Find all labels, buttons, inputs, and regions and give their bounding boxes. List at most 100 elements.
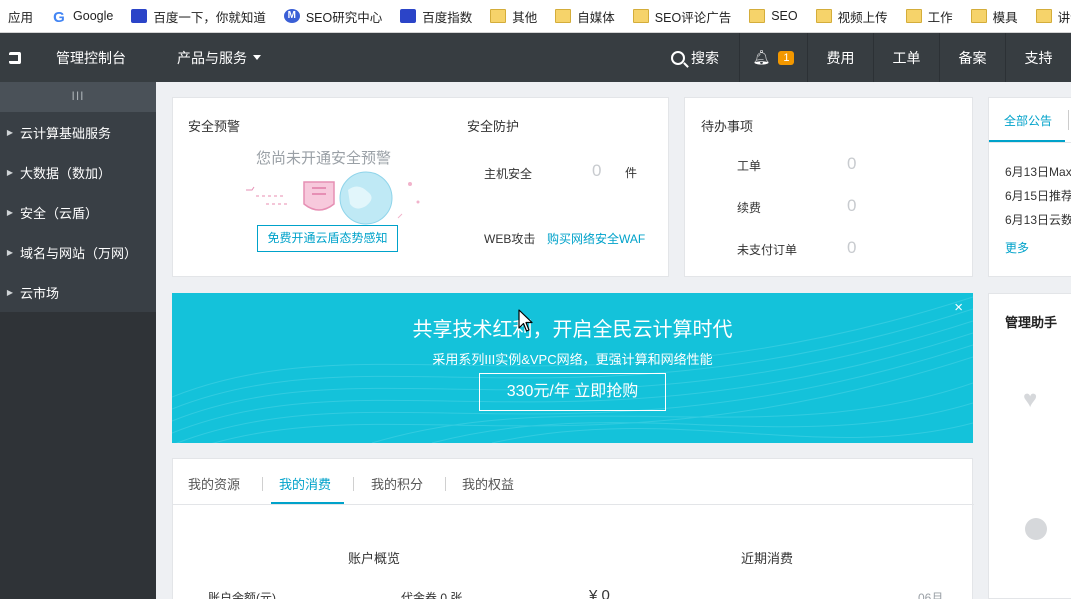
heart-icon[interactable]: ♥ <box>1023 386 1037 414</box>
support-link[interactable]: 支持 <box>1005 33 1071 82</box>
globe-icon[interactable] <box>1025 518 1047 540</box>
baidu-paw-icon <box>400 9 417 23</box>
enable-situation-awareness-button[interactable]: 免费开通云盾态势感知 <box>257 225 398 252</box>
tab-my-points[interactable]: 我的积分 <box>371 474 423 493</box>
products-menu[interactable]: 产品与服务 <box>177 48 261 68</box>
account-overview-title: 账户概览 <box>348 551 401 566</box>
sidebar-item-label: 云市场 <box>20 285 60 301</box>
fee-link[interactable]: 费用 <box>807 33 873 82</box>
google-icon: G <box>53 9 65 26</box>
todo-renewal-label[interactable]: 续费 <box>737 199 761 216</box>
promo-banner: 共享技术红利，开启全民云计算时代 采用系列III实例&VPC网络，更强计算和网络… <box>172 293 973 443</box>
balance-label: 账户余额(元) <box>208 591 276 599</box>
folder-icon <box>970 9 987 23</box>
chevron-right-icon: ▶ <box>6 127 14 137</box>
m-logo-icon: M <box>283 9 300 23</box>
folder-icon <box>905 9 922 23</box>
todo-ticket-count: 0 <box>847 154 857 173</box>
products-label: 产品与服务 <box>177 49 247 66</box>
chevron-right-icon: ▶ <box>6 207 14 217</box>
bookmark-apps[interactable]: 应用 <box>8 7 33 26</box>
host-security-unit: 件 <box>625 166 638 180</box>
search-label: 搜索 <box>691 49 719 66</box>
sidebar-item-label: 云计算基础服务 <box>20 125 112 141</box>
month-label: 06月 <box>918 591 944 599</box>
sidebar-item-big-data[interactable]: ▶ 大数据（数加） <box>0 152 156 192</box>
todo-unpaid-label[interactable]: 未支付订单 <box>737 241 797 258</box>
notification-button[interactable]: 🔔︎ 1 <box>739 33 807 82</box>
logo-icon[interactable] <box>0 33 30 82</box>
resources-tabs: 我的资源 我的消费 我的积分 我的权益 <box>173 459 974 505</box>
notice-tab-all[interactable]: 全部公告 <box>1004 112 1052 129</box>
mouse-cursor-icon <box>518 309 533 332</box>
close-icon[interactable]: × <box>954 299 963 316</box>
security-card: 安全预警 您尚未开通安全预警 免费开通云盾态势感知 安全防护 主机安全 0 件 … <box>172 97 669 277</box>
search-button[interactable]: 搜索 <box>651 33 739 82</box>
notice-more-link[interactable]: 更多 <box>1005 239 1029 256</box>
security-protection-title: 安全防护 <box>467 119 520 134</box>
sidebar-item-cloud-computing[interactable]: ▶ 云计算基础服务 <box>0 112 156 152</box>
todo-renewal-count: 0 <box>847 196 857 215</box>
bookmark-seo-center[interactable]: M SEO研究中心 <box>283 7 383 26</box>
folder-icon <box>1035 9 1052 23</box>
bookmark-label: SEO <box>771 9 798 23</box>
tab-my-resources[interactable]: 我的资源 <box>188 474 240 493</box>
tab-my-consumption[interactable]: 我的消费 <box>279 474 331 493</box>
bookmark-folder-lecture[interactable]: 讲课 <box>1035 7 1071 26</box>
notice-item[interactable]: 6月13日Max <box>1005 163 1071 180</box>
sidebar-item-security[interactable]: ▶ 安全（云盾） <box>0 192 156 232</box>
tab-active-underline <box>271 502 344 504</box>
bookmark-folder-other[interactable]: 其他 <box>490 7 537 26</box>
bell-icon: 🔔︎ <box>752 49 771 65</box>
todo-card: 待办事项 工单 0 续费 0 未支付订单 0 <box>684 97 973 277</box>
bookmark-label: 其他 <box>512 10 538 25</box>
bookmark-label: SEO研究中心 <box>305 10 383 25</box>
notice-item[interactable]: 6月15日推荐 <box>1005 187 1071 204</box>
bookmark-label: Google <box>73 9 114 23</box>
host-security-label: 主机安全 <box>484 167 533 181</box>
bookmark-baidu-index[interactable]: 百度指数 <box>400 7 472 26</box>
buy-now-button[interactable]: 330元/年 立即抢购 <box>479 373 666 411</box>
bookmark-folder-seo[interactable]: SEO <box>749 9 798 23</box>
bookmark-folder-mold[interactable]: 模具 <box>970 7 1018 26</box>
notice-item[interactable]: 6月13日云数 <box>1005 211 1071 228</box>
folder-icon <box>632 9 649 23</box>
folder-icon <box>555 9 572 23</box>
notification-badge: 1 <box>778 50 795 65</box>
sidebar-item-domains[interactable]: ▶ 域名与网站（万网） <box>0 232 156 272</box>
bookmark-folder-video[interactable]: 视频上传 <box>815 7 888 26</box>
buy-waf-link[interactable]: 购买网络安全WAF <box>547 230 645 247</box>
security-illustration <box>246 171 420 225</box>
tab-divider <box>445 477 446 491</box>
ticket-link[interactable]: 工单 <box>873 33 939 82</box>
sidebar: III ▶ 云计算基础服务 ▶ 大数据（数加） ▶ 安全（云盾） ▶ 域名与网站… <box>0 82 156 599</box>
bookmarks-bar: 应用 G Google 百度一下，你就知道 M SEO研究中心 百度指数 其他 自媒… <box>0 0 1071 33</box>
bookmark-label: 工作 <box>927 10 953 25</box>
security-warning-title: 安全预警 <box>188 119 241 134</box>
tab-my-benefits[interactable]: 我的权益 <box>462 474 514 493</box>
sidebar-collapse-toggle[interactable]: III <box>0 82 156 112</box>
bookmark-folder-seo-ads[interactable]: SEO评论广告 <box>632 7 731 26</box>
console-link[interactable]: 管理控制台 <box>56 48 126 68</box>
banner-title: 共享技术红利，开启全民云计算时代 <box>412 319 733 341</box>
resources-card: 我的资源 我的消费 我的积分 我的权益 账户概览 近期消费 账户余额(元) 代金… <box>172 458 974 599</box>
notice-tab-divider <box>1068 110 1069 130</box>
bookmark-google[interactable]: G Google <box>51 9 114 26</box>
helper-card: 管理助手 ♥ <box>988 293 1071 599</box>
todo-ticket-label[interactable]: 工单 <box>737 157 761 174</box>
chevron-right-icon: ▶ <box>6 287 14 297</box>
bookmark-baidu[interactable]: 百度一下，你就知道 <box>131 7 266 26</box>
bookmark-label: 讲课 <box>1057 10 1071 25</box>
notice-divider <box>989 142 1071 143</box>
record-link[interactable]: 备案 <box>939 33 1005 82</box>
bookmark-label: 百度一下，你就知道 <box>153 10 266 25</box>
bookmark-folder-media[interactable]: 自媒体 <box>555 7 615 26</box>
bookmark-folder-work[interactable]: 工作 <box>905 7 953 26</box>
bookmark-label: 模具 <box>992 10 1018 25</box>
notice-tab-underline <box>989 140 1065 142</box>
top-nav: 管理控制台 产品与服务 搜索 🔔︎ 1 费用 工单 备案 支持 <box>0 33 1071 82</box>
sidebar-item-label: 域名与网站（万网） <box>20 245 138 261</box>
sidebar-item-label: 安全（云盾） <box>20 205 99 221</box>
voucher-count[interactable]: 代金券 0 张 <box>401 589 462 599</box>
sidebar-item-marketplace[interactable]: ▶ 云市场 <box>0 272 156 312</box>
